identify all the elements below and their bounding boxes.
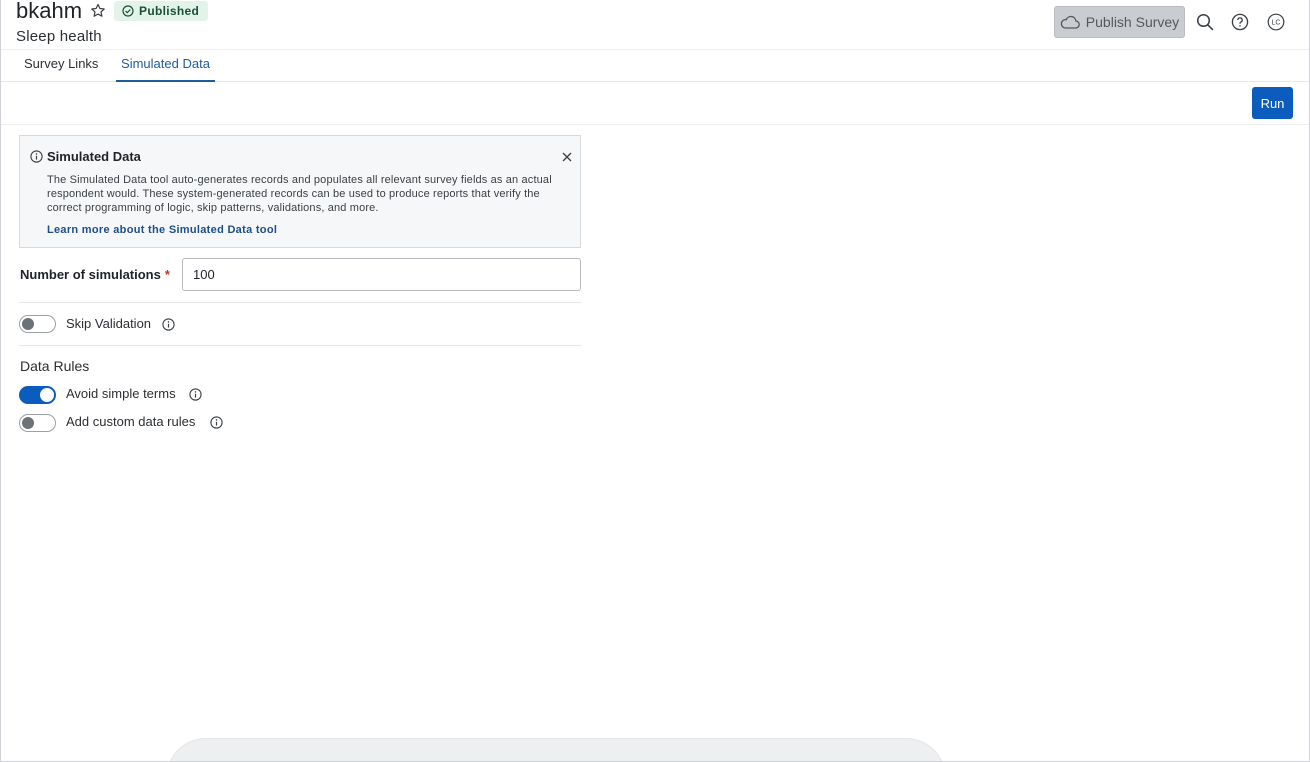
data-rules-title: Data Rules	[20, 358, 90, 374]
info-icon[interactable]	[189, 388, 202, 401]
publish-survey-button[interactable]: Publish Survey	[1054, 6, 1185, 38]
avatar-initials: LC	[1272, 20, 1281, 27]
search-icon[interactable]	[1196, 13, 1214, 31]
info-icon[interactable]	[162, 318, 175, 331]
close-icon[interactable]	[561, 150, 573, 162]
status-badge-label: Published	[139, 4, 200, 18]
skip-validation-toggle[interactable]	[19, 315, 56, 333]
survey-name: bkahm	[16, 0, 83, 23]
avoid-simple-terms-label: Avoid simple terms	[66, 386, 176, 401]
info-icon	[30, 150, 43, 163]
simulations-input[interactable]	[182, 258, 581, 291]
title-row: bkahm Published	[16, 0, 209, 23]
check-circle-icon	[122, 5, 134, 17]
toolbar: Run	[1, 82, 1309, 125]
info-box-body: The Simulated Data tool auto-generates r…	[47, 174, 552, 214]
survey-subtitle: Sleep health	[16, 28, 102, 45]
skip-validation-label: Skip Validation	[66, 316, 152, 331]
publish-survey-label: Publish Survey	[1085, 14, 1180, 30]
custom-data-rules-label: Add custom data rules	[66, 414, 196, 429]
status-badge: Published	[114, 1, 209, 21]
info-icon[interactable]	[210, 416, 223, 429]
run-button[interactable]: Run	[1252, 87, 1293, 119]
page-header: bkahm Published Sleep health Publish Sur…	[1, 0, 1309, 50]
divider	[19, 345, 582, 346]
user-avatar[interactable]: LC	[1267, 13, 1285, 31]
star-icon[interactable]	[90, 3, 106, 19]
divider	[19, 302, 582, 303]
toggle-knob	[22, 417, 34, 429]
tab-survey-links[interactable]: Survey Links	[24, 50, 98, 82]
simulations-label: Number of simulations *	[20, 267, 170, 282]
toggle-knob	[40, 388, 54, 402]
app-window: bkahm Published Sleep health Publish Sur…	[0, 0, 1310, 762]
info-box-title: Simulated Data	[47, 149, 141, 164]
help-icon[interactable]	[1231, 13, 1249, 31]
simulations-label-text: Number of simulations	[20, 267, 161, 282]
learn-more-link[interactable]: Learn more about the Simulated Data tool	[47, 224, 277, 236]
required-mark: *	[164, 267, 170, 282]
tab-simulated-data[interactable]: Simulated Data	[116, 50, 215, 82]
custom-data-rules-toggle[interactable]	[19, 414, 56, 432]
cloud-icon	[1060, 15, 1080, 29]
info-box: Simulated Data The Simulated Data tool a…	[19, 135, 581, 248]
toggle-knob	[22, 318, 34, 330]
tab-bar: Survey Links Simulated Data	[1, 50, 1309, 82]
bottom-panel-edge	[166, 738, 946, 761]
avoid-simple-terms-toggle[interactable]	[19, 386, 56, 404]
